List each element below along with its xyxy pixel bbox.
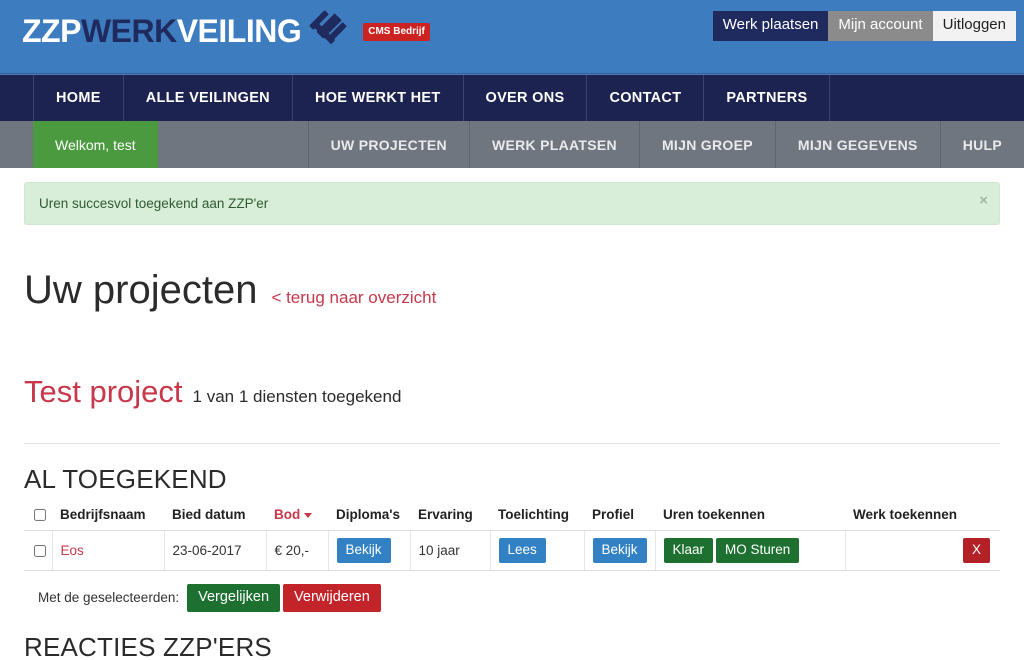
header-actions: Werk plaatsen Mijn account Uitloggen bbox=[712, 11, 1016, 41]
assigned-row-profile-button[interactable]: Bekijk bbox=[592, 537, 647, 563]
alert-message: Uren succesvol toegekend aan ZZP'er bbox=[39, 196, 269, 211]
assigned-col-diplomas[interactable]: Diploma's bbox=[328, 501, 410, 531]
nav-left-spacer bbox=[0, 75, 34, 121]
assigned-select-all-checkbox[interactable] bbox=[34, 509, 46, 522]
assigned-col-bied-datum[interactable]: Bied datum bbox=[164, 501, 266, 531]
assigned-row-bid: € 20,- bbox=[266, 530, 329, 571]
assigned-row-company: Eos bbox=[52, 530, 165, 571]
site-header: ZZPWERKVEILING CMS Bedrijf Werk plaatsen… bbox=[0, 0, 1024, 74]
assigned-row-select-cell bbox=[24, 530, 53, 571]
assigned-select-all-header bbox=[24, 501, 52, 531]
assigned-row-bid-date: 23-06-2017 bbox=[164, 530, 267, 571]
assigned-row-experience: 10 jaar bbox=[410, 530, 491, 571]
success-alert: Uren succesvol toegekend aan ZZP'er × bbox=[24, 182, 1000, 225]
page-header: Uw projecten < terug naar overzicht bbox=[24, 242, 1000, 338]
gavel-icon bbox=[305, 8, 361, 54]
subnav-item-mijn-groep[interactable]: MIJN GROEP bbox=[640, 121, 776, 168]
project-header: Test project 1 van 1 diensten toegekend bbox=[24, 351, 1000, 444]
assigned-col-toelichting[interactable]: Toelichting bbox=[490, 501, 584, 531]
nav-item-hoe-werkt-het[interactable]: HOE WERKT HET bbox=[293, 75, 464, 121]
site-logo[interactable]: ZZPWERKVEILING CMS Bedrijf bbox=[22, 8, 430, 54]
assigned-col-werk-toekennen[interactable]: Werk toekennen bbox=[845, 501, 1000, 531]
header-uitloggen-button[interactable]: Uitloggen bbox=[932, 11, 1016, 41]
subnav-item-uw-projecten[interactable]: UW PROJECTEN bbox=[309, 121, 470, 168]
section-title-assigned: AL TOEGEKEND bbox=[24, 463, 227, 494]
subnav-welcome-label[interactable]: Welkom, test bbox=[33, 121, 158, 168]
chevron-down-icon bbox=[304, 512, 313, 518]
assigned-row-work-cell: X bbox=[845, 530, 1000, 571]
assigned-col-profiel[interactable]: Profiel bbox=[584, 501, 656, 531]
subnav-item-hulp[interactable]: HULP bbox=[941, 121, 1024, 168]
assigned-col-bod[interactable]: Bod bbox=[266, 501, 328, 531]
cms-badge: CMS Bedrijf bbox=[363, 23, 430, 41]
assigned-row-mo-sturen-button[interactable]: MO Sturen bbox=[716, 537, 800, 563]
logo-part-zzp: ZZP bbox=[22, 13, 81, 49]
logo-part-werk: WERK bbox=[80, 13, 177, 49]
assigned-header-row: Bedrijfsnaam Bied datum Bod Diploma's Er… bbox=[24, 501, 1000, 531]
assigned-bulk-compare-button[interactable]: Vergelijken bbox=[187, 583, 281, 613]
header-mijn-account-button[interactable]: Mijn account bbox=[828, 11, 933, 41]
page-title: Uw projecten bbox=[24, 267, 258, 312]
assigned-row-delete-button[interactable]: X bbox=[962, 537, 990, 563]
assigned-table-body: Eos 23-06-2017 € 20,- Bekijk 10 jaar Lee… bbox=[24, 530, 1000, 571]
assigned-row-klaar-button[interactable]: Klaar bbox=[663, 537, 714, 563]
assigned-col-bedrijfsnaam[interactable]: Bedrijfsnaam bbox=[52, 501, 164, 531]
nav-fill bbox=[830, 75, 1024, 121]
subnav-left-spacer bbox=[0, 121, 33, 168]
logo-text: ZZPWERKVEILING bbox=[22, 13, 302, 49]
assigned-bulk-label: Met de geselecteerden: bbox=[38, 590, 180, 606]
nav-item-contact[interactable]: CONTACT bbox=[587, 75, 705, 121]
subnav-item-mijn-gegevens[interactable]: MIJN GEGEVENS bbox=[776, 121, 941, 168]
logo-part-veiling: VEILING bbox=[176, 13, 302, 49]
project-title: Test project bbox=[24, 374, 183, 410]
assigned-col-bod-label: Bod bbox=[274, 506, 301, 522]
nav-item-home[interactable]: HOME bbox=[34, 75, 124, 121]
assigned-row-profile-cell: Bekijk bbox=[584, 530, 656, 571]
subnav-item-werk-plaatsen[interactable]: WERK PLAATSEN bbox=[470, 121, 640, 168]
assigned-col-uren-toekennen[interactable]: Uren toekennen bbox=[655, 501, 846, 531]
assigned-row-explanation-button[interactable]: Lees bbox=[498, 537, 546, 563]
back-to-overview-link[interactable]: < terug naar overzicht bbox=[271, 288, 436, 308]
nav-item-over-ons[interactable]: OVER ONS bbox=[464, 75, 588, 121]
assigned-row-explanation-cell: Lees bbox=[490, 530, 585, 571]
nav-item-alle-veilingen[interactable]: ALLE VEILINGEN bbox=[124, 75, 293, 121]
assigned-table-head: Bedrijfsnaam Bied datum Bod Diploma's Er… bbox=[24, 501, 1000, 531]
assigned-row-diploma-button[interactable]: Bekijk bbox=[336, 537, 391, 563]
table-row: Eos 23-06-2017 € 20,- Bekijk 10 jaar Lee… bbox=[24, 530, 1000, 571]
assigned-bulk-actions: Met de geselecteerden: Vergelijken Verwi… bbox=[24, 571, 1000, 613]
main-content: Uw projecten < terug naar overzicht Test… bbox=[0, 242, 1024, 660]
section-title-reactions: REACTIES ZZP'ERS bbox=[24, 632, 272, 660]
subnav-gap bbox=[158, 121, 309, 168]
secondary-navigation: Welkom, test UW PROJECTEN WERK PLAATSEN … bbox=[0, 121, 1024, 168]
assigned-row-hours-cell: Klaar MO Sturen bbox=[655, 530, 846, 571]
assigned-table: Bedrijfsnaam Bied datum Bod Diploma's Er… bbox=[24, 501, 1000, 571]
assigned-row-diploma-cell: Bekijk bbox=[328, 530, 411, 571]
assigned-bulk-delete-button[interactable]: Verwijderen bbox=[283, 583, 381, 613]
assigned-row-checkbox[interactable] bbox=[34, 545, 46, 558]
close-icon[interactable]: × bbox=[979, 193, 988, 208]
header-werk-plaatsen-button[interactable]: Werk plaatsen bbox=[712, 11, 829, 41]
assigned-col-ervaring[interactable]: Ervaring bbox=[410, 501, 490, 531]
nav-item-partners[interactable]: PARTNERS bbox=[704, 75, 831, 121]
primary-navigation: HOME ALLE VEILINGEN HOE WERKT HET OVER O… bbox=[0, 74, 1024, 121]
project-subtitle: 1 van 1 diensten toegekend bbox=[192, 387, 402, 407]
alert-container: Uren succesvol toegekend aan ZZP'er × bbox=[0, 168, 1024, 225]
